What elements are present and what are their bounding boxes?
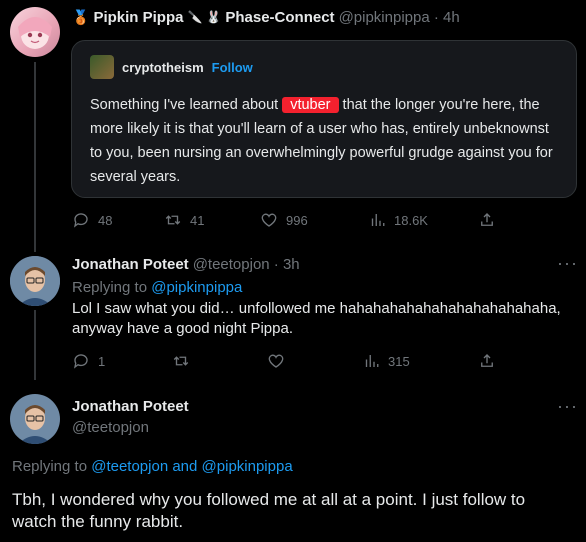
quote-text: Something I've learned about vtuber that… bbox=[90, 97, 553, 185]
views-icon bbox=[365, 355, 379, 367]
display-name[interactable]: Jonathan Poteet bbox=[72, 398, 189, 415]
avatar-jonathan-poteet[interactable] bbox=[10, 256, 60, 306]
thread-line bbox=[34, 62, 36, 252]
share-button[interactable] bbox=[478, 211, 496, 229]
tweet1-header: 🥉 Pipkin Pippa 🔪 🐰 Phase-Connect @pipkin… bbox=[72, 7, 460, 27]
reply-icon bbox=[73, 213, 88, 228]
reply-button[interactable]: 1 bbox=[72, 352, 105, 370]
retweet-button[interactable]: 41 bbox=[164, 211, 204, 229]
share-icon bbox=[481, 354, 493, 367]
display-name-suffix: Phase-Connect bbox=[225, 8, 335, 26]
mention-link[interactable]: @teetopjon bbox=[91, 458, 168, 475]
replying-to: Replying to @teetopjon and @pipkinpippa bbox=[12, 458, 293, 475]
like-button[interactable] bbox=[267, 352, 285, 370]
tweet2-header: Jonathan Poteet @teetopjon · 3h bbox=[72, 256, 300, 273]
tweet-text: Tbh, I wondered why you followed me at a… bbox=[12, 490, 526, 531]
like-button[interactable]: 996 bbox=[260, 211, 308, 229]
reply-icon bbox=[73, 354, 88, 369]
quoted-tweet[interactable]: cryptotheism Follow Something I've learn… bbox=[71, 40, 577, 198]
mention-link[interactable]: @pipkinpippa bbox=[151, 279, 242, 296]
share-icon bbox=[481, 213, 493, 226]
views-button[interactable]: 315 bbox=[362, 352, 410, 370]
views-button[interactable]: 18.6K bbox=[368, 211, 428, 229]
handle[interactable]: @teetopjon bbox=[72, 419, 149, 436]
share-button[interactable] bbox=[478, 352, 496, 370]
avatar-pipkin-pippa[interactable] bbox=[10, 7, 60, 57]
medal-icon: 🥉 bbox=[72, 8, 90, 25]
replying-to: Replying to @pipkinpippa bbox=[72, 279, 243, 296]
retweet-icon bbox=[173, 356, 189, 366]
quote-avatar[interactable] bbox=[90, 55, 114, 79]
quote-author[interactable]: cryptotheism bbox=[122, 60, 204, 75]
heart-icon bbox=[268, 354, 284, 368]
follow-link[interactable]: Follow bbox=[212, 60, 253, 75]
quote-header: cryptotheism Follow bbox=[90, 55, 253, 79]
heart-icon bbox=[261, 213, 277, 227]
mention-link[interactable]: @pipkinpippa bbox=[202, 458, 293, 475]
more-button[interactable]: ··· bbox=[557, 253, 578, 274]
handle-time[interactable]: @pipkinpippa · 4h bbox=[339, 9, 460, 26]
retweet-button[interactable] bbox=[172, 352, 190, 370]
more-button[interactable]: ··· bbox=[557, 396, 578, 417]
display-name[interactable]: Jonathan Poteet bbox=[72, 256, 189, 273]
thread-line-2 bbox=[34, 310, 36, 380]
display-name[interactable]: Pipkin Pippa bbox=[93, 9, 183, 26]
knife-icon: 🔪 bbox=[187, 10, 203, 24]
views-icon bbox=[371, 214, 385, 226]
highlighted-term: vtuber bbox=[282, 97, 339, 113]
avatar-jonathan-poteet[interactable] bbox=[10, 394, 60, 444]
retweet-icon bbox=[165, 215, 181, 225]
handle-time[interactable]: @teetopjon · 3h bbox=[193, 256, 300, 273]
rabbit-icon: 🐰 bbox=[206, 10, 222, 24]
reply-button[interactable]: 48 bbox=[72, 211, 112, 229]
tweet-text: Lol I saw what you did… unfollowed me ha… bbox=[72, 300, 561, 337]
